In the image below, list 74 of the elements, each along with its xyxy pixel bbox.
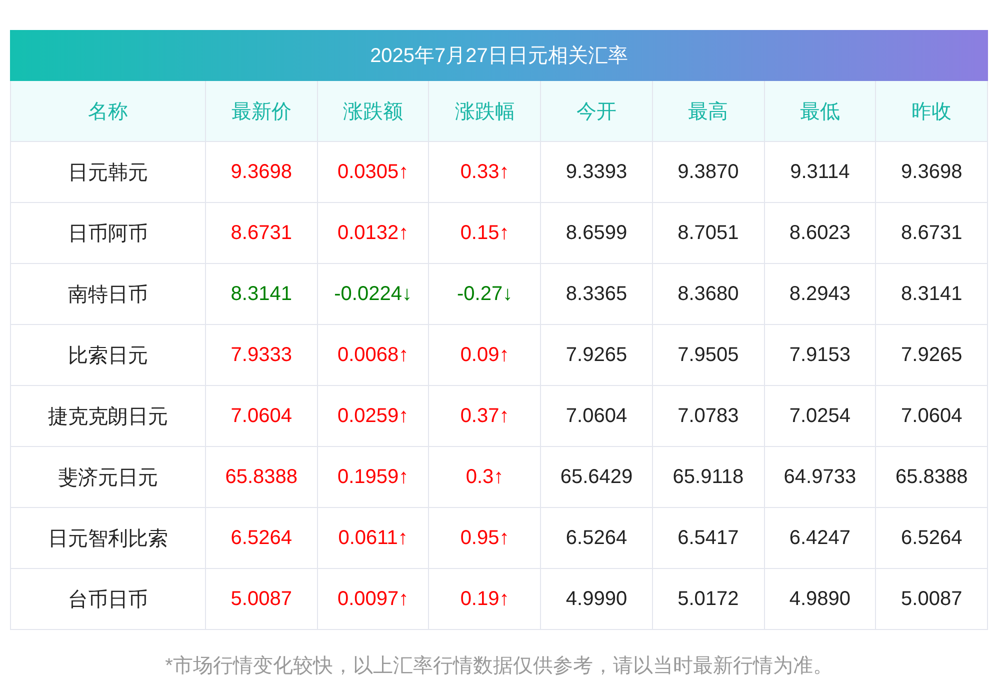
table-cell: 7.0254 [764,386,876,447]
table-cell: 9.3393 [541,142,653,203]
column-header: 名称 [11,81,206,142]
table-cell: 7.0604 [206,386,318,447]
table-cell: 0.09↑ [429,325,542,386]
table-cell: 8.6023 [764,203,876,264]
table-cell: 斐济元日元 [11,447,206,508]
table-cell: 日元智利比索 [11,508,206,569]
table-cell: 7.9505 [652,325,765,386]
table-cell: 日元韩元 [11,142,206,203]
table-cell: 7.9333 [206,325,318,386]
table-cell: 4.9990 [541,569,653,630]
table-title: 2025年7月27日日元相关汇率 [10,30,988,81]
table-cell: 65.8388 [206,447,318,508]
table-cell: 台币日币 [11,569,206,630]
table-cell: 8.3141 [876,264,988,325]
table-cell: 6.4247 [764,508,876,569]
table-cell: -0.0224↓ [318,264,430,325]
table-cell: 65.6429 [541,447,653,508]
table-cell: 65.9118 [652,447,765,508]
table-cell: 4.9890 [764,569,876,630]
table-cell: 7.9153 [764,325,876,386]
table-cell: 0.0259↑ [318,386,430,447]
column-header: 最新价 [206,81,318,142]
table-cell: 8.7051 [652,203,765,264]
table-cell: 65.8388 [876,447,988,508]
column-header: 涨跌幅 [429,81,542,142]
table-cell: 8.6599 [541,203,653,264]
table-cell: 6.5264 [541,508,653,569]
table-cell: 0.15↑ [429,203,542,264]
table-cell: 7.0604 [876,386,988,447]
table-cell: 0.0132↑ [318,203,430,264]
table-cell: 0.1959↑ [318,447,430,508]
column-header: 最低 [764,81,876,142]
table-cell: 0.33↑ [429,142,542,203]
table-cell: 南特日币 [11,264,206,325]
column-header: 昨收 [876,81,988,142]
table-cell: 8.3365 [541,264,653,325]
table-cell: 9.3698 [876,142,988,203]
table-cell: 0.0611↑ [318,508,430,569]
table-cell: 7.0604 [541,386,653,447]
table-cell: 8.2943 [764,264,876,325]
table-cell: -0.27↓ [429,264,542,325]
table-cell: 6.5417 [652,508,765,569]
table-cell: 9.3114 [764,142,876,203]
table-cell: 5.0087 [206,569,318,630]
table-cell: 9.3698 [206,142,318,203]
table-cell: 9.3870 [652,142,765,203]
table-cell: 比索日元 [11,325,206,386]
table-cell: 0.37↑ [429,386,542,447]
table-cell: 8.6731 [206,203,318,264]
footnote: *市场行情变化较快，以上汇率行情数据仅供参考，请以当时最新行情为准。 [164,654,834,679]
table-cell: 0.3↑ [429,447,542,508]
table-cell: 6.5264 [206,508,318,569]
table-cell: 日币阿币 [11,203,206,264]
table-cell: 0.0305↑ [318,142,430,203]
table-cell: 0.19↑ [429,569,542,630]
table-cell: 0.0097↑ [318,569,430,630]
column-header: 涨跌额 [318,81,430,142]
table-cell: 8.3141 [206,264,318,325]
table-cell: 7.0783 [652,386,765,447]
table-cell: 7.9265 [541,325,653,386]
table-cell: 5.0172 [652,569,765,630]
table-cell: 5.0087 [876,569,988,630]
table-cell: 8.6731 [876,203,988,264]
table-cell: 0.0068↑ [318,325,430,386]
table-cell: 8.3680 [652,264,765,325]
table-cell: 6.5264 [876,508,988,569]
table-cell: 0.95↑ [429,508,542,569]
column-header: 今开 [541,81,653,142]
column-header: 最高 [652,81,765,142]
table-cell: 捷克克朗日元 [11,386,206,447]
table-cell: 7.9265 [876,325,988,386]
table-cell: 64.9733 [764,447,876,508]
